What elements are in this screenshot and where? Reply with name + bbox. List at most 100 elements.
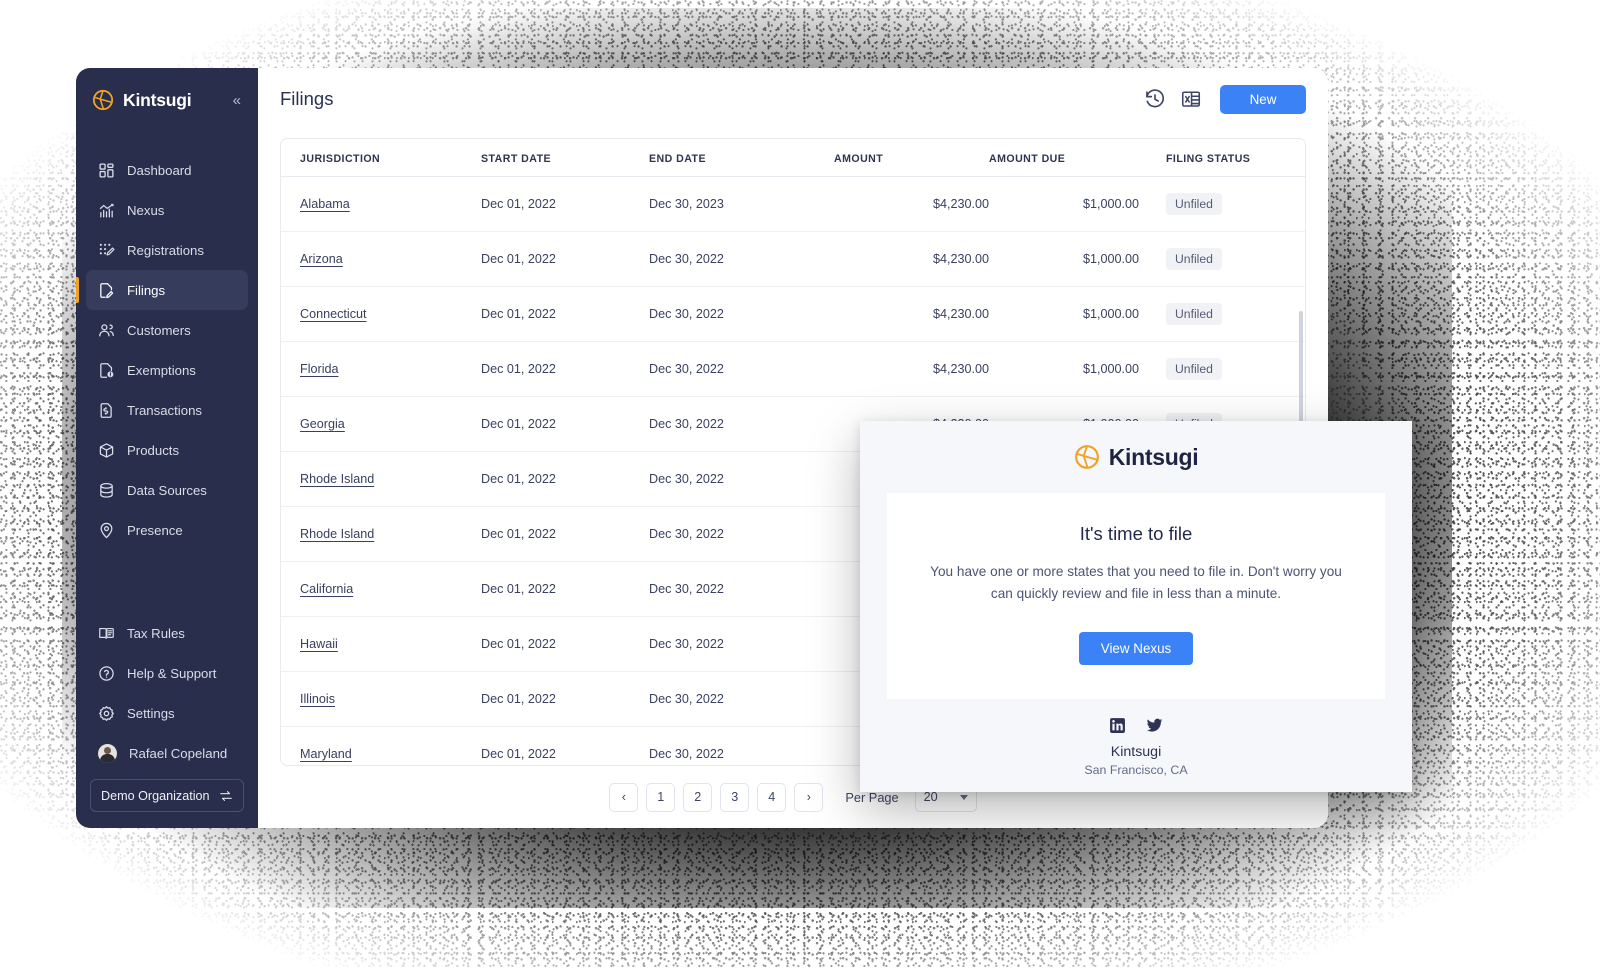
swap-arrows-icon (220, 790, 232, 801)
cell-jurisdiction: Rhode Island (281, 506, 481, 562)
dashboard-grid-icon (99, 162, 114, 178)
sidebar-item-label: Filings (127, 282, 166, 298)
sidebar-collapse-icon[interactable]: « (230, 91, 244, 110)
jurisdiction-link[interactable]: Hawaii (300, 637, 338, 651)
cell-jurisdiction: Hawaii (281, 616, 481, 672)
history-clock-icon[interactable] (1144, 88, 1166, 110)
status-badge: Unfiled (1166, 358, 1222, 380)
map-pin-icon (100, 522, 113, 538)
cell-start-date: Dec 01, 2022 (481, 726, 649, 765)
sidebar-item-data-sources[interactable]: Data Sources (86, 470, 248, 510)
cell-jurisdiction: California (281, 561, 481, 617)
cell-start-date: Dec 01, 2022 (481, 341, 649, 397)
cell-end-date: Dec 30, 2022 (649, 286, 834, 342)
jurisdiction-link[interactable]: Rhode Island (300, 527, 374, 541)
sidebar-item-label: Exemptions (127, 362, 196, 378)
column-header-jurisdiction[interactable]: JURISDICTION (281, 139, 481, 177)
view-nexus-button[interactable]: View Nexus (1078, 631, 1194, 665)
sidebar-item-customers[interactable]: Customers (86, 310, 248, 350)
email-card-footer: Kintsugi San Francisco, CA (1084, 699, 1188, 777)
cell-end-date: Dec 30, 2022 (649, 616, 834, 672)
pagination-prev-button[interactable]: ‹ (609, 782, 639, 812)
cell-end-date: Dec 30, 2022 (649, 451, 834, 507)
column-header-start-date[interactable]: START DATE (481, 139, 649, 177)
sidebar-item-tax-rules[interactable]: Tax Rules (86, 613, 248, 653)
book-icon (99, 627, 114, 639)
organization-switcher[interactable]: Demo Organization (90, 779, 244, 812)
chevron-down-icon (959, 794, 968, 800)
cell-filing-status: Unfiled (1139, 341, 1305, 397)
sidebar-item-registrations[interactable]: Registrations (86, 230, 248, 270)
jurisdiction-link[interactable]: Alabama (300, 197, 350, 211)
sidebar-item-dashboard[interactable]: Dashboard (86, 150, 248, 190)
cell-amount-due: $1,000.00 (989, 231, 1139, 287)
twitter-icon[interactable] (1146, 717, 1163, 734)
cell-jurisdiction: Illinois (281, 671, 481, 727)
jurisdiction-link[interactable]: Rhode Island (300, 472, 374, 486)
sidebar-item-products[interactable]: Products (86, 430, 248, 470)
excel-export-icon[interactable] (1180, 88, 1202, 110)
email-card-location: San Francisco, CA (1084, 762, 1188, 777)
column-header-end-date[interactable]: END DATE (649, 139, 834, 177)
sidebar-item-presence[interactable]: Presence (86, 510, 248, 550)
new-button[interactable]: New (1220, 84, 1306, 114)
column-header-filing-status[interactable]: FILING STATUS (1139, 139, 1305, 177)
cell-end-date: Dec 30, 2022 (649, 506, 834, 562)
organization-name: Demo Organization (101, 788, 210, 803)
column-header-amount[interactable]: AMOUNT (834, 139, 989, 177)
jurisdiction-link[interactable]: Arizona (300, 252, 343, 266)
table-header-row: JURISDICTION START DATE END DATE AMOUNT … (281, 139, 1305, 177)
pagination-next-button[interactable]: › (794, 782, 824, 812)
cell-end-date: Dec 30, 2022 (649, 561, 834, 617)
table-row[interactable]: Connecticut Dec 01, 2022 Dec 30, 2022 $4,23… (281, 286, 1305, 342)
sidebar-item-exemptions[interactable]: Exemptions (86, 350, 248, 390)
jurisdiction-link[interactable]: Illinois (300, 692, 335, 706)
linkedin-icon[interactable] (1109, 717, 1126, 734)
gear-icon (99, 705, 114, 721)
table-row[interactable]: Arizona Dec 01, 2022 Dec 30, 2022 $4,230.00… (281, 231, 1305, 287)
sidebar-item-label: Help & Support (127, 665, 217, 681)
column-header-amount-due[interactable]: AMOUNT DUE (989, 139, 1139, 177)
pagination-page-4[interactable]: 4 (757, 782, 787, 812)
pagination-page-1[interactable]: 1 (646, 782, 676, 812)
cell-end-date: Dec 30, 2022 (649, 671, 834, 727)
sidebar-item-transactions[interactable]: Transactions (86, 390, 248, 430)
file-dollar-icon (100, 402, 112, 418)
jurisdiction-link[interactable]: Connecticut (300, 307, 367, 321)
cell-jurisdiction: Florida (281, 341, 481, 397)
cell-start-date: Dec 01, 2022 (481, 286, 649, 342)
jurisdiction-link[interactable]: Georgia (300, 417, 345, 431)
sidebar-bottom-section: Tax Rules Help & Support Settings Rafael… (76, 613, 258, 828)
sidebar-item-nexus[interactable]: Nexus (86, 190, 248, 230)
sidebar: Kintsugi « Dashboard Nexus Registrations… (76, 68, 258, 828)
table-row[interactable]: Alabama Dec 01, 2022 Dec 30, 2023 $4,230.00… (281, 176, 1305, 232)
email-preview-card: Kintsugi It's time to file You have one … (860, 421, 1412, 792)
sidebar-item-filings[interactable]: Filings (76, 270, 248, 310)
sidebar-item-help-support[interactable]: Help & Support (86, 653, 248, 693)
cell-start-date: Dec 01, 2022 (481, 451, 649, 507)
cell-start-date: Dec 01, 2022 (481, 616, 649, 672)
cell-amount: $4,230.00 (834, 341, 989, 397)
pagination-page-3[interactable]: 3 (720, 782, 750, 812)
jurisdiction-link[interactable]: Florida (300, 362, 339, 376)
sidebar-item-label: Transactions (127, 402, 203, 418)
topbar: Filings New (258, 68, 1328, 130)
sidebar-item-settings[interactable]: Settings (86, 693, 248, 733)
cell-end-date: Dec 30, 2022 (649, 341, 834, 397)
cell-filing-status: Unfiled (1139, 286, 1305, 342)
status-badge: Unfiled (1166, 193, 1222, 215)
brand-name: Kintsugi (123, 89, 192, 110)
chart-trend-icon (99, 203, 114, 218)
sidebar-item-user[interactable]: Rafael Copeland (86, 733, 248, 773)
sidebar-item-label: Products (127, 442, 180, 458)
table-row[interactable]: Florida Dec 01, 2022 Dec 30, 2022 $4,230.00… (281, 341, 1305, 397)
cell-jurisdiction: Arizona (281, 231, 481, 287)
cell-start-date: Dec 01, 2022 (481, 506, 649, 562)
jurisdiction-link[interactable]: Maryland (300, 747, 352, 761)
file-edit-icon (100, 282, 114, 298)
jurisdiction-link[interactable]: California (300, 582, 353, 596)
sidebar-item-label: Settings (127, 705, 175, 721)
pagination-page-2[interactable]: 2 (683, 782, 713, 812)
cell-jurisdiction: Maryland (281, 726, 481, 765)
kintsugi-logo-icon (92, 89, 114, 111)
